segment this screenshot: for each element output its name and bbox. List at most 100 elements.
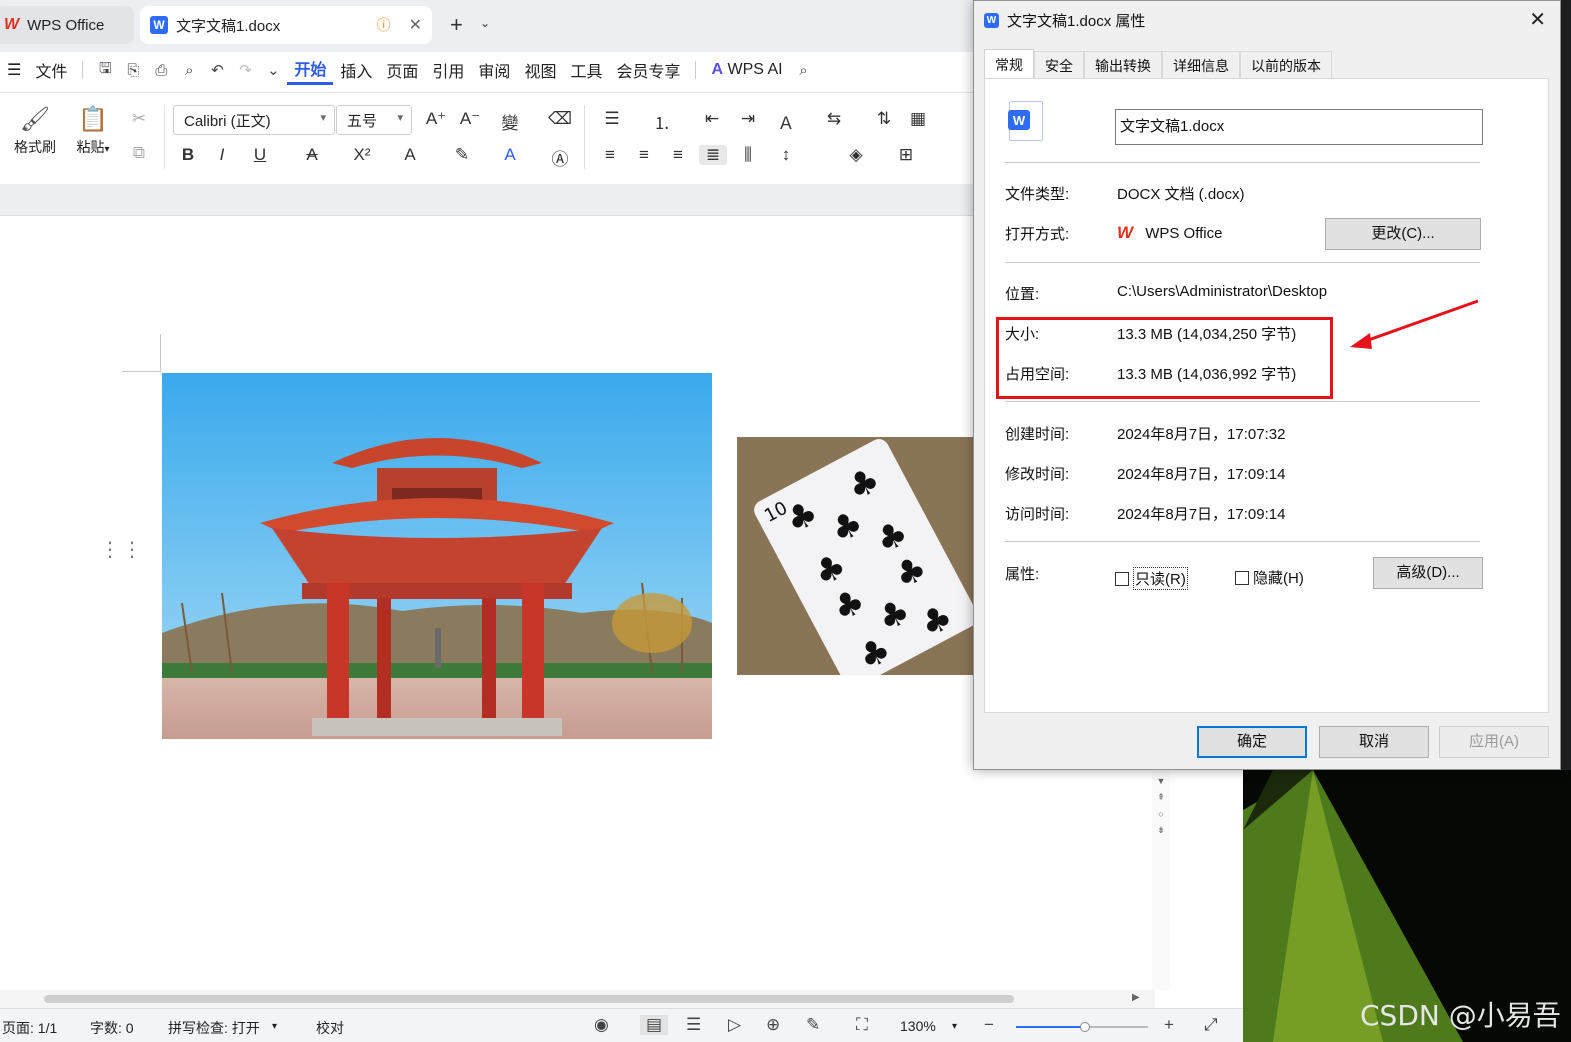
playing-card-image[interactable]: 10 ♣ ♣ ♣ ♣ ♣ ♣ ♣ ♣ ♣ ♣	[737, 437, 975, 675]
chevron-down-icon[interactable]: ▾	[272, 1021, 277, 1032]
line-spacing-icon[interactable]: ↕	[772, 145, 800, 165]
zoom-out-icon[interactable]: −	[984, 1015, 994, 1035]
redo-icon[interactable]: ↷	[231, 61, 259, 79]
align-center-icon[interactable]: ≡	[630, 145, 658, 165]
menu-file[interactable]: 文件	[28, 58, 74, 82]
apply-button[interactable]: 应用(A)	[1439, 726, 1549, 758]
clear-format-icon[interactable]: ⌫	[546, 109, 574, 129]
font-name-select[interactable]: Calibri (正文) ▾	[173, 105, 335, 135]
checkbox-box[interactable]	[1235, 570, 1249, 585]
cut-icon[interactable]: ✂	[125, 109, 153, 129]
spell-check-status[interactable]: 拼写检查: 打开	[168, 1018, 260, 1038]
filename-field[interactable]: 文字文稿1.docx	[1115, 109, 1483, 145]
warning-icon[interactable]: ⓘ	[377, 15, 391, 35]
menu-insert[interactable]: 插入	[333, 58, 379, 82]
tab-previous-versions[interactable]: 以前的版本	[1240, 51, 1332, 79]
change-button[interactable]: 更改(C)...	[1325, 218, 1481, 250]
menu-page[interactable]: 页面	[379, 58, 425, 82]
prev-page-icon[interactable]: ⇞	[1152, 792, 1170, 803]
align-right-icon[interactable]: ≡	[664, 145, 692, 165]
menu-view[interactable]: 视图	[517, 58, 563, 82]
text-effect-icon[interactable]: A	[396, 145, 424, 165]
tab-document[interactable]: W 文字文稿1.docx ⓘ ✕	[140, 6, 432, 44]
checkbox-box[interactable]	[1115, 571, 1129, 586]
chevron-down-icon[interactable]: ⌄	[480, 16, 490, 30]
web-view-icon[interactable]: ⊕	[766, 1015, 780, 1035]
phonetic-icon[interactable]: 變	[496, 109, 524, 134]
scroll-down-icon[interactable]: ▼	[1152, 776, 1170, 786]
char-shading-icon[interactable]: Ⓐ	[546, 145, 574, 170]
zoom-level[interactable]: 130%	[900, 1018, 936, 1034]
grow-font-icon[interactable]: A⁺	[422, 109, 450, 129]
print-icon[interactable]: ⎙	[147, 62, 175, 79]
word-count[interactable]: 字数: 0	[90, 1018, 134, 1038]
menu-member[interactable]: 会员专享	[609, 58, 687, 82]
underline-icon[interactable]: U	[246, 145, 274, 165]
increase-indent-icon[interactable]: ⇥	[734, 109, 762, 129]
tab-security[interactable]: 安全	[1034, 51, 1084, 79]
select-browse-icon[interactable]: ○	[1152, 809, 1170, 819]
tab-general[interactable]: 常规	[984, 49, 1034, 79]
ok-button[interactable]: 确定	[1197, 726, 1307, 758]
search-icon[interactable]: ⌕	[790, 62, 818, 79]
chevron-down-icon[interactable]: ⌄	[259, 61, 287, 79]
align-left-icon[interactable]: ≡	[596, 145, 624, 165]
format-painter-button[interactable]: 🖌 格式刷	[10, 105, 60, 157]
proofread-button[interactable]: 校对	[316, 1018, 344, 1038]
cancel-button[interactable]: 取消	[1319, 726, 1429, 758]
eye-protection-icon[interactable]: ◉	[594, 1015, 609, 1035]
tab-output-convert[interactable]: 输出转换	[1084, 51, 1162, 79]
shrink-font-icon[interactable]: A⁻	[456, 109, 484, 129]
menu-tools[interactable]: 工具	[563, 58, 609, 82]
zoom-slider-knob[interactable]	[1079, 1022, 1090, 1032]
hidden-checkbox[interactable]: 隐藏(H)	[1235, 567, 1304, 588]
chevron-down-icon[interactable]: ▾	[952, 1021, 957, 1032]
justify-icon[interactable]: ≣	[699, 145, 727, 165]
outline-view-icon[interactable]: ☰	[686, 1015, 701, 1035]
copy-icon[interactable]: ⧉	[125, 143, 153, 163]
zoom-in-icon[interactable]: +	[1164, 1015, 1174, 1035]
page-view-icon[interactable]: ▤	[640, 1015, 669, 1035]
bold-icon[interactable]: B	[174, 145, 202, 165]
vertical-scrollbar[interactable]: ▼ ⇞ ○ ⇟	[1152, 770, 1170, 990]
menu-references[interactable]: 引用	[425, 58, 471, 82]
font-size-select[interactable]: 五号 ▾	[336, 105, 412, 135]
print-preview-icon[interactable]: ⌕	[175, 62, 203, 79]
zoom-slider[interactable]	[1016, 1022, 1148, 1032]
fullscreen-icon[interactable]: ⤢	[1204, 1015, 1218, 1035]
close-tab-icon[interactable]: ✕	[409, 15, 422, 35]
advanced-button[interactable]: 高级(D)...	[1373, 557, 1483, 589]
undo-icon[interactable]: ↶	[203, 61, 231, 79]
italic-icon[interactable]: I	[208, 145, 236, 165]
scroll-right-icon[interactable]: ▶	[1132, 992, 1140, 1003]
fit-page-icon[interactable]: ⛶	[856, 1015, 868, 1035]
next-page-icon[interactable]: ⇟	[1152, 825, 1170, 836]
decrease-indent-icon[interactable]: ⇤	[698, 109, 726, 129]
scroll-thumb[interactable]	[44, 995, 1014, 1003]
text-direction-icon[interactable]: ⇆	[820, 109, 848, 129]
hamburger-icon[interactable]: ☰	[0, 60, 28, 80]
superscript-icon[interactable]: X²	[348, 145, 376, 165]
bullet-list-icon[interactable]: ☰	[598, 109, 626, 129]
menu-home[interactable]: 开始	[287, 56, 334, 85]
font-color-icon[interactable]: A	[496, 145, 524, 165]
paste-button[interactable]: 📋 粘贴▾	[68, 105, 118, 157]
drag-handle-icon[interactable]: ⋮⋮	[100, 540, 144, 560]
readonly-checkbox[interactable]: 只读(R)	[1115, 567, 1188, 590]
show-marks-icon[interactable]: ▦	[904, 109, 932, 129]
highlight-icon[interactable]: ✎	[448, 145, 476, 165]
export-icon[interactable]: ⎘	[119, 62, 147, 79]
strikethrough-icon[interactable]: A	[298, 145, 326, 165]
pen-icon[interactable]: ✎	[806, 1015, 820, 1035]
chinese-layout-icon[interactable]: Ａ	[772, 109, 800, 134]
new-tab-icon[interactable]: +	[450, 12, 463, 38]
page-count[interactable]: 页面: 1/1	[2, 1018, 57, 1038]
tab-wps-home[interactable]: W WPS Office	[0, 6, 134, 44]
borders-icon[interactable]: ⊞	[892, 145, 920, 165]
pavilion-image[interactable]	[162, 373, 712, 739]
save-icon[interactable]: 🖫	[91, 58, 119, 83]
horizontal-scrollbar[interactable]: ▶	[0, 990, 1155, 1008]
play-icon[interactable]: ▷	[728, 1015, 741, 1035]
close-icon[interactable]: ✕	[1529, 7, 1546, 32]
numbered-list-icon[interactable]: ⒈	[648, 109, 676, 134]
